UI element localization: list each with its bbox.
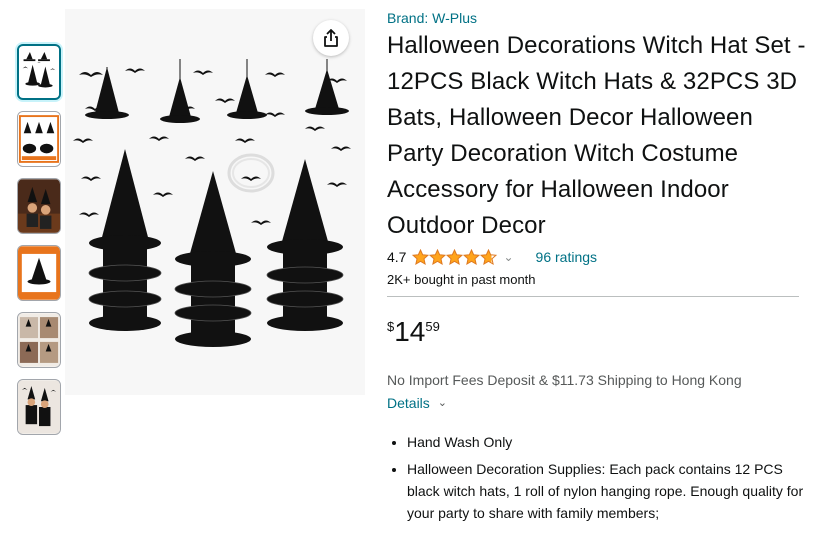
chevron-down-icon[interactable]: ⌄	[503, 250, 513, 264]
thumbnail-4[interactable]	[17, 245, 61, 301]
thumbnail-strip	[17, 44, 63, 446]
bullet-item: Halloween Decoration Supplies: Each pack…	[407, 458, 807, 524]
product-details: Brand: W-Plus Halloween Decorations Witc…	[387, 8, 807, 529]
product-title: Halloween Decorations Witch Hat Set - 12…	[387, 32, 806, 239]
thumbnail-1[interactable]	[17, 44, 61, 100]
star-rating[interactable]	[412, 249, 498, 265]
main-product-image[interactable]	[65, 9, 365, 395]
chevron-down-icon[interactable]: ⌄	[438, 393, 447, 413]
bought-in-past-month: 2K+ bought in past month	[387, 272, 536, 287]
feature-bullets: Hand Wash Only Halloween Decoration Supp…	[387, 431, 807, 524]
brand-link[interactable]: Brand: W-Plus	[387, 8, 807, 28]
price-symbol: $	[387, 319, 395, 334]
shipping-info: No Import Fees Deposit & $11.73 Shipping…	[387, 372, 742, 388]
star-icon	[446, 249, 464, 265]
thumbnail-6[interactable]	[17, 379, 61, 435]
rating-row: 4.7 ⌄ 96 ratings	[387, 246, 807, 268]
ratings-count-link[interactable]: 96 ratings	[536, 249, 597, 265]
shipping-details-link[interactable]: Details ⌄	[387, 393, 807, 413]
star-icon	[429, 249, 447, 265]
thumbnail-3[interactable]	[17, 178, 61, 234]
share-button[interactable]	[313, 20, 349, 56]
price: $ 14 59	[387, 316, 807, 350]
thumbnail-2[interactable]	[17, 111, 61, 167]
price-fraction: 59	[425, 319, 440, 334]
share-icon	[324, 29, 338, 47]
witch-hats-illustration	[65, 9, 365, 395]
star-icon	[412, 249, 430, 265]
details-label[interactable]: Details	[387, 393, 430, 413]
star-icon	[480, 249, 498, 265]
star-icon	[463, 249, 481, 265]
price-whole: 14	[394, 316, 426, 347]
bullet-item: Hand Wash Only	[407, 431, 807, 453]
rating-value: 4.7	[387, 249, 407, 265]
divider	[387, 296, 799, 297]
thumbnail-5[interactable]	[17, 312, 61, 368]
